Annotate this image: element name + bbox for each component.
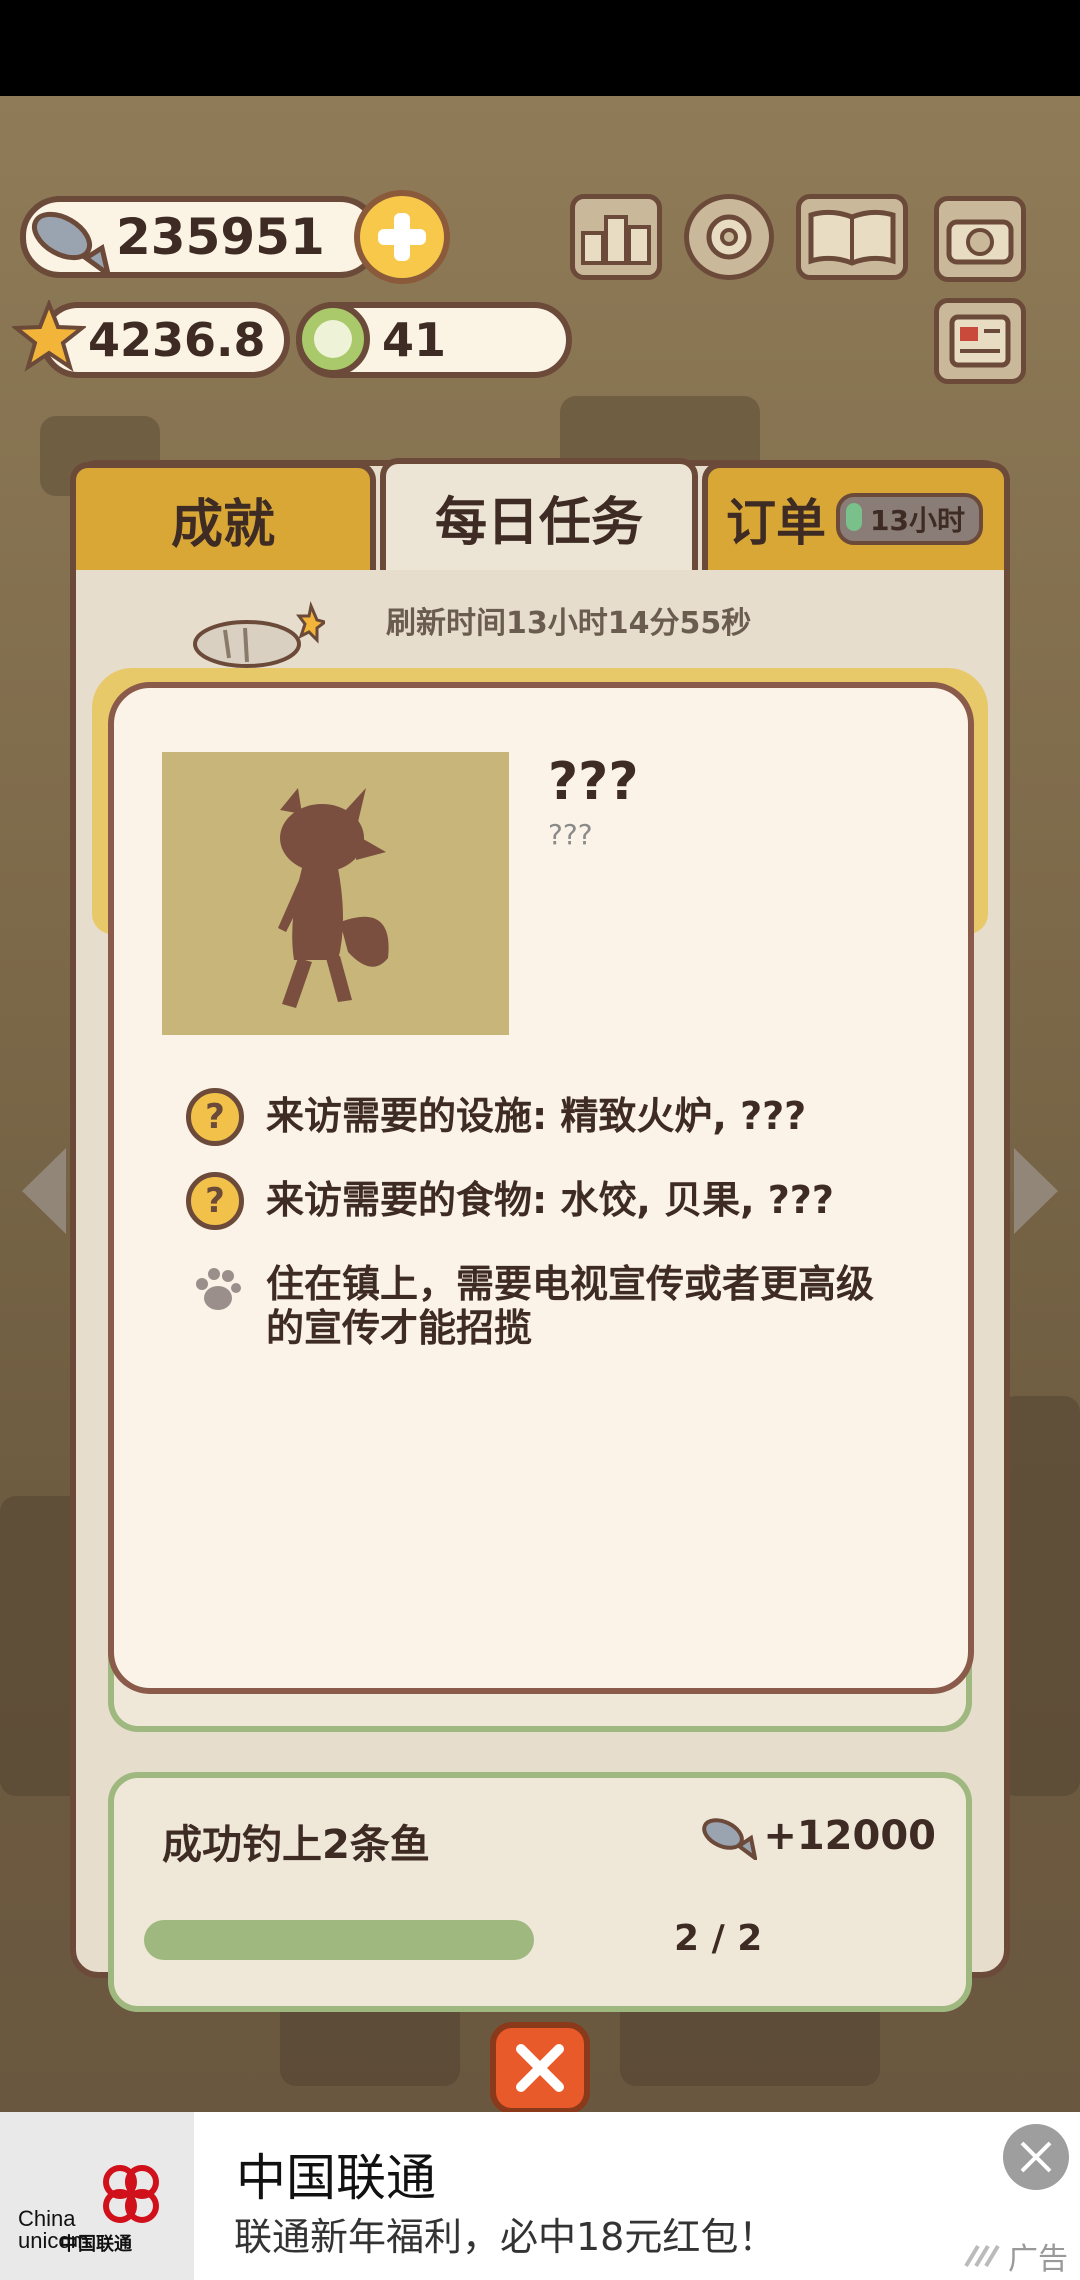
task-progress-bar [144,1920,534,1960]
fox-silhouette-icon [278,788,389,1008]
fish-icon [32,211,112,278]
task-card-2[interactable]: 成功钓上2条鱼 +12000 2 / 2 [108,1772,972,2012]
fish-counter-value: 235951 [116,208,325,266]
requirement-facilities: ? 来访需要的设施: 精致火炉, ??? [186,1088,806,1146]
ad-label: 广告 [964,2234,1068,2278]
requirement-residence-text: 住在镇上，需要电视宣传或者更高级的宣传才能招揽 [266,1262,875,1350]
tab-achievements[interactable]: 成就 [70,462,376,570]
question-icon: ? [186,1172,244,1230]
settings-gear-icon[interactable] [684,194,774,280]
ad-close-button[interactable] [1003,2124,1069,2190]
ad-label-text: 广告 [1008,2242,1068,2277]
close-button[interactable] [490,2022,590,2114]
tab-daily-tasks[interactable]: 每日任务 [380,458,698,570]
ad-banner[interactable]: China unicom 中国联通 中国联通 联通新年福利，必中18元红包！ [0,2112,1080,2280]
close-icon [516,2044,564,2092]
character-name: ??? [548,752,639,812]
cat-mascot-icon [193,600,325,668]
add-fish-button[interactable] [354,190,450,284]
ad-subtitle: 联通新年福利，必中18元红包！ [234,2215,777,2259]
task-progress-text: 2 / 2 [674,1918,763,1959]
character-subtitle: ??? [548,818,593,851]
ad-logo: China unicom 中国联通 [0,2112,194,2280]
status-bar [0,0,1080,96]
paw-icon [196,1268,241,1310]
tab-achievements-label: 成就 [170,494,275,555]
requirement-food-text: 来访需要的食物: 水饺, 贝果, ??? [266,1178,834,1222]
catalog-book-icon[interactable] [796,194,908,280]
camera-icon[interactable] [934,196,1026,282]
star-counter-value: 4236.8 [88,313,266,367]
ad-title: 中国联通 [236,2149,436,2207]
requirement-facilities-text: 来访需要的设施: 精致火炉, ??? [266,1094,807,1138]
plus-icon [378,213,426,261]
requirement-residence: 住在镇上，需要电视宣传或者更高级的宣传才能招揽 [186,1262,906,1350]
fish-icon [702,1818,758,1860]
star-icon [12,300,86,372]
task-reward-value: +12000 [763,1813,936,1859]
tab-orders-label: 订单 [726,494,826,552]
character-silhouette [162,752,509,1035]
coin-counter-value: 41 [382,313,447,367]
task-title: 成功钓上2条鱼 [162,1822,430,1868]
question-icon: ? [186,1088,244,1146]
ad-brand-cn: 中国联通 [60,2234,132,2255]
refresh-timer-text: 刷新时间13小时14分55秒 [386,606,752,641]
close-icon [1020,2141,1052,2173]
china-unicom-logo-icon [103,2165,159,2223]
tab-orders[interactable]: 订单 13小时 [702,462,1010,570]
leaderboard-icon[interactable] [570,194,662,280]
task-reward: +12000 [699,1812,936,1860]
ad-mark-icon [964,2244,1000,2268]
newspaper-icon[interactable] [934,298,1026,384]
tab-daily-tasks-label: 每日任务 [434,492,643,553]
requirement-food: ? 来访需要的食物: 水饺, 贝果, ??? [186,1172,834,1230]
order-timer-badge: 13小时 [836,493,983,545]
coin-icon [296,302,370,376]
